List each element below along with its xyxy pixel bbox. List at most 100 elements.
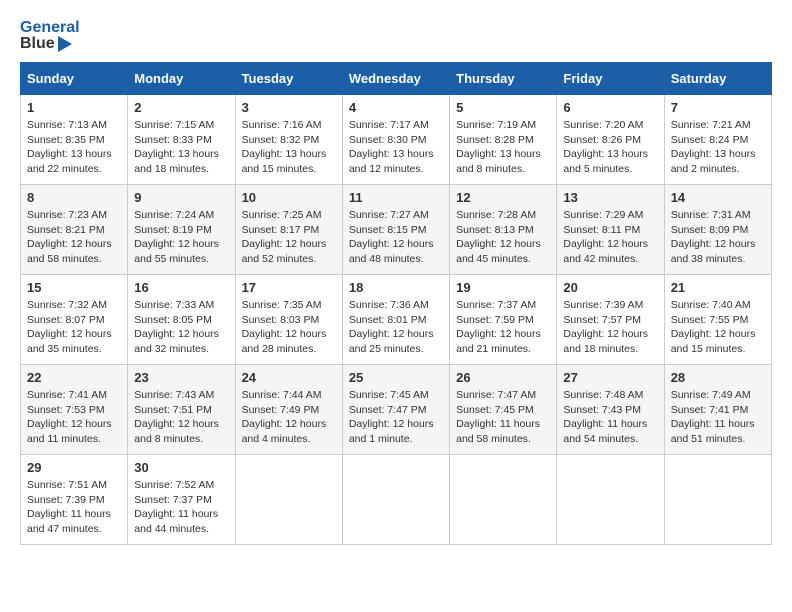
day-info: Sunrise: 7:20 AM Sunset: 8:26 PM Dayligh… — [563, 118, 657, 177]
day-info: Sunrise: 7:35 AM Sunset: 8:03 PM Dayligh… — [242, 298, 336, 357]
day-number: 30 — [134, 460, 228, 475]
day-info: Sunrise: 7:16 AM Sunset: 8:32 PM Dayligh… — [242, 118, 336, 177]
weekday-header-cell: Sunday — [21, 63, 128, 95]
day-number: 5 — [456, 100, 550, 115]
day-info: Sunrise: 7:13 AM Sunset: 8:35 PM Dayligh… — [27, 118, 121, 177]
day-number: 1 — [27, 100, 121, 115]
day-info: Sunrise: 7:19 AM Sunset: 8:28 PM Dayligh… — [456, 118, 550, 177]
day-info: Sunrise: 7:17 AM Sunset: 8:30 PM Dayligh… — [349, 118, 443, 177]
calendar-day-cell — [664, 455, 771, 545]
calendar-day-cell — [450, 455, 557, 545]
logo-wrap: General Blue — [20, 20, 80, 52]
day-number: 6 — [563, 100, 657, 115]
logo-blue: Blue — [20, 36, 55, 52]
weekday-header-cell: Tuesday — [235, 63, 342, 95]
day-number: 21 — [671, 280, 765, 295]
day-info: Sunrise: 7:32 AM Sunset: 8:07 PM Dayligh… — [27, 298, 121, 357]
calendar-day-cell: 19 Sunrise: 7:37 AM Sunset: 7:59 PM Dayl… — [450, 275, 557, 365]
calendar-day-cell: 12 Sunrise: 7:28 AM Sunset: 8:13 PM Dayl… — [450, 185, 557, 275]
day-info: Sunrise: 7:47 AM Sunset: 7:45 PM Dayligh… — [456, 388, 550, 447]
day-number: 27 — [563, 370, 657, 385]
calendar-day-cell: 18 Sunrise: 7:36 AM Sunset: 8:01 PM Dayl… — [342, 275, 449, 365]
day-number: 18 — [349, 280, 443, 295]
calendar-day-cell: 23 Sunrise: 7:43 AM Sunset: 7:51 PM Dayl… — [128, 365, 235, 455]
day-info: Sunrise: 7:37 AM Sunset: 7:59 PM Dayligh… — [456, 298, 550, 357]
calendar-day-cell: 10 Sunrise: 7:25 AM Sunset: 8:17 PM Dayl… — [235, 185, 342, 275]
day-info: Sunrise: 7:36 AM Sunset: 8:01 PM Dayligh… — [349, 298, 443, 357]
calendar-day-cell: 16 Sunrise: 7:33 AM Sunset: 8:05 PM Dayl… — [128, 275, 235, 365]
day-info: Sunrise: 7:52 AM Sunset: 7:37 PM Dayligh… — [134, 478, 228, 537]
calendar-day-cell — [557, 455, 664, 545]
calendar-day-cell: 26 Sunrise: 7:47 AM Sunset: 7:45 PM Dayl… — [450, 365, 557, 455]
day-number: 19 — [456, 280, 550, 295]
day-number: 25 — [349, 370, 443, 385]
calendar-day-cell: 6 Sunrise: 7:20 AM Sunset: 8:26 PM Dayli… — [557, 95, 664, 185]
day-number: 17 — [242, 280, 336, 295]
calendar-day-cell: 28 Sunrise: 7:49 AM Sunset: 7:41 PM Dayl… — [664, 365, 771, 455]
day-number: 10 — [242, 190, 336, 205]
weekday-header-cell: Monday — [128, 63, 235, 95]
day-number: 22 — [27, 370, 121, 385]
day-info: Sunrise: 7:43 AM Sunset: 7:51 PM Dayligh… — [134, 388, 228, 447]
day-number: 15 — [27, 280, 121, 295]
calendar-day-cell: 8 Sunrise: 7:23 AM Sunset: 8:21 PM Dayli… — [21, 185, 128, 275]
day-info: Sunrise: 7:48 AM Sunset: 7:43 PM Dayligh… — [563, 388, 657, 447]
day-number: 13 — [563, 190, 657, 205]
day-number: 20 — [563, 280, 657, 295]
weekday-header-cell: Saturday — [664, 63, 771, 95]
day-number: 16 — [134, 280, 228, 295]
calendar-day-cell: 24 Sunrise: 7:44 AM Sunset: 7:49 PM Dayl… — [235, 365, 342, 455]
day-number: 4 — [349, 100, 443, 115]
calendar-day-cell — [342, 455, 449, 545]
page-header: General Blue — [20, 20, 772, 52]
calendar-day-cell: 27 Sunrise: 7:48 AM Sunset: 7:43 PM Dayl… — [557, 365, 664, 455]
day-info: Sunrise: 7:51 AM Sunset: 7:39 PM Dayligh… — [27, 478, 121, 537]
calendar-day-cell: 13 Sunrise: 7:29 AM Sunset: 8:11 PM Dayl… — [557, 185, 664, 275]
day-number: 2 — [134, 100, 228, 115]
day-info: Sunrise: 7:31 AM Sunset: 8:09 PM Dayligh… — [671, 208, 765, 267]
day-info: Sunrise: 7:25 AM Sunset: 8:17 PM Dayligh… — [242, 208, 336, 267]
calendar-day-cell: 3 Sunrise: 7:16 AM Sunset: 8:32 PM Dayli… — [235, 95, 342, 185]
day-info: Sunrise: 7:27 AM Sunset: 8:15 PM Dayligh… — [349, 208, 443, 267]
calendar-week-row: 8 Sunrise: 7:23 AM Sunset: 8:21 PM Dayli… — [21, 185, 772, 275]
day-number: 29 — [27, 460, 121, 475]
calendar-body: 1 Sunrise: 7:13 AM Sunset: 8:35 PM Dayli… — [21, 95, 772, 545]
calendar-day-cell — [235, 455, 342, 545]
logo-general: General — [20, 20, 80, 36]
weekday-header-row: SundayMondayTuesdayWednesdayThursdayFrid… — [21, 63, 772, 95]
day-number: 26 — [456, 370, 550, 385]
calendar-day-cell: 17 Sunrise: 7:35 AM Sunset: 8:03 PM Dayl… — [235, 275, 342, 365]
day-info: Sunrise: 7:40 AM Sunset: 7:55 PM Dayligh… — [671, 298, 765, 357]
calendar-day-cell: 29 Sunrise: 7:51 AM Sunset: 7:39 PM Dayl… — [21, 455, 128, 545]
day-info: Sunrise: 7:44 AM Sunset: 7:49 PM Dayligh… — [242, 388, 336, 447]
calendar-day-cell: 9 Sunrise: 7:24 AM Sunset: 8:19 PM Dayli… — [128, 185, 235, 275]
calendar-day-cell: 30 Sunrise: 7:52 AM Sunset: 7:37 PM Dayl… — [128, 455, 235, 545]
calendar-day-cell: 25 Sunrise: 7:45 AM Sunset: 7:47 PM Dayl… — [342, 365, 449, 455]
calendar-week-row: 29 Sunrise: 7:51 AM Sunset: 7:39 PM Dayl… — [21, 455, 772, 545]
calendar-day-cell: 7 Sunrise: 7:21 AM Sunset: 8:24 PM Dayli… — [664, 95, 771, 185]
calendar-day-cell: 21 Sunrise: 7:40 AM Sunset: 7:55 PM Dayl… — [664, 275, 771, 365]
calendar-day-cell: 4 Sunrise: 7:17 AM Sunset: 8:30 PM Dayli… — [342, 95, 449, 185]
day-info: Sunrise: 7:49 AM Sunset: 7:41 PM Dayligh… — [671, 388, 765, 447]
day-number: 8 — [27, 190, 121, 205]
weekday-header-cell: Wednesday — [342, 63, 449, 95]
calendar-day-cell: 5 Sunrise: 7:19 AM Sunset: 8:28 PM Dayli… — [450, 95, 557, 185]
calendar-day-cell: 14 Sunrise: 7:31 AM Sunset: 8:09 PM Dayl… — [664, 185, 771, 275]
weekday-header-cell: Thursday — [450, 63, 557, 95]
logo-arrow-icon — [58, 36, 72, 52]
day-number: 3 — [242, 100, 336, 115]
day-number: 12 — [456, 190, 550, 205]
day-number: 14 — [671, 190, 765, 205]
calendar-week-row: 15 Sunrise: 7:32 AM Sunset: 8:07 PM Dayl… — [21, 275, 772, 365]
day-info: Sunrise: 7:24 AM Sunset: 8:19 PM Dayligh… — [134, 208, 228, 267]
day-info: Sunrise: 7:29 AM Sunset: 8:11 PM Dayligh… — [563, 208, 657, 267]
day-number: 7 — [671, 100, 765, 115]
calendar-table: SundayMondayTuesdayWednesdayThursdayFrid… — [20, 62, 772, 545]
day-number: 9 — [134, 190, 228, 205]
day-info: Sunrise: 7:28 AM Sunset: 8:13 PM Dayligh… — [456, 208, 550, 267]
calendar-week-row: 22 Sunrise: 7:41 AM Sunset: 7:53 PM Dayl… — [21, 365, 772, 455]
day-number: 23 — [134, 370, 228, 385]
calendar-day-cell: 11 Sunrise: 7:27 AM Sunset: 8:15 PM Dayl… — [342, 185, 449, 275]
day-info: Sunrise: 7:45 AM Sunset: 7:47 PM Dayligh… — [349, 388, 443, 447]
day-info: Sunrise: 7:41 AM Sunset: 7:53 PM Dayligh… — [27, 388, 121, 447]
